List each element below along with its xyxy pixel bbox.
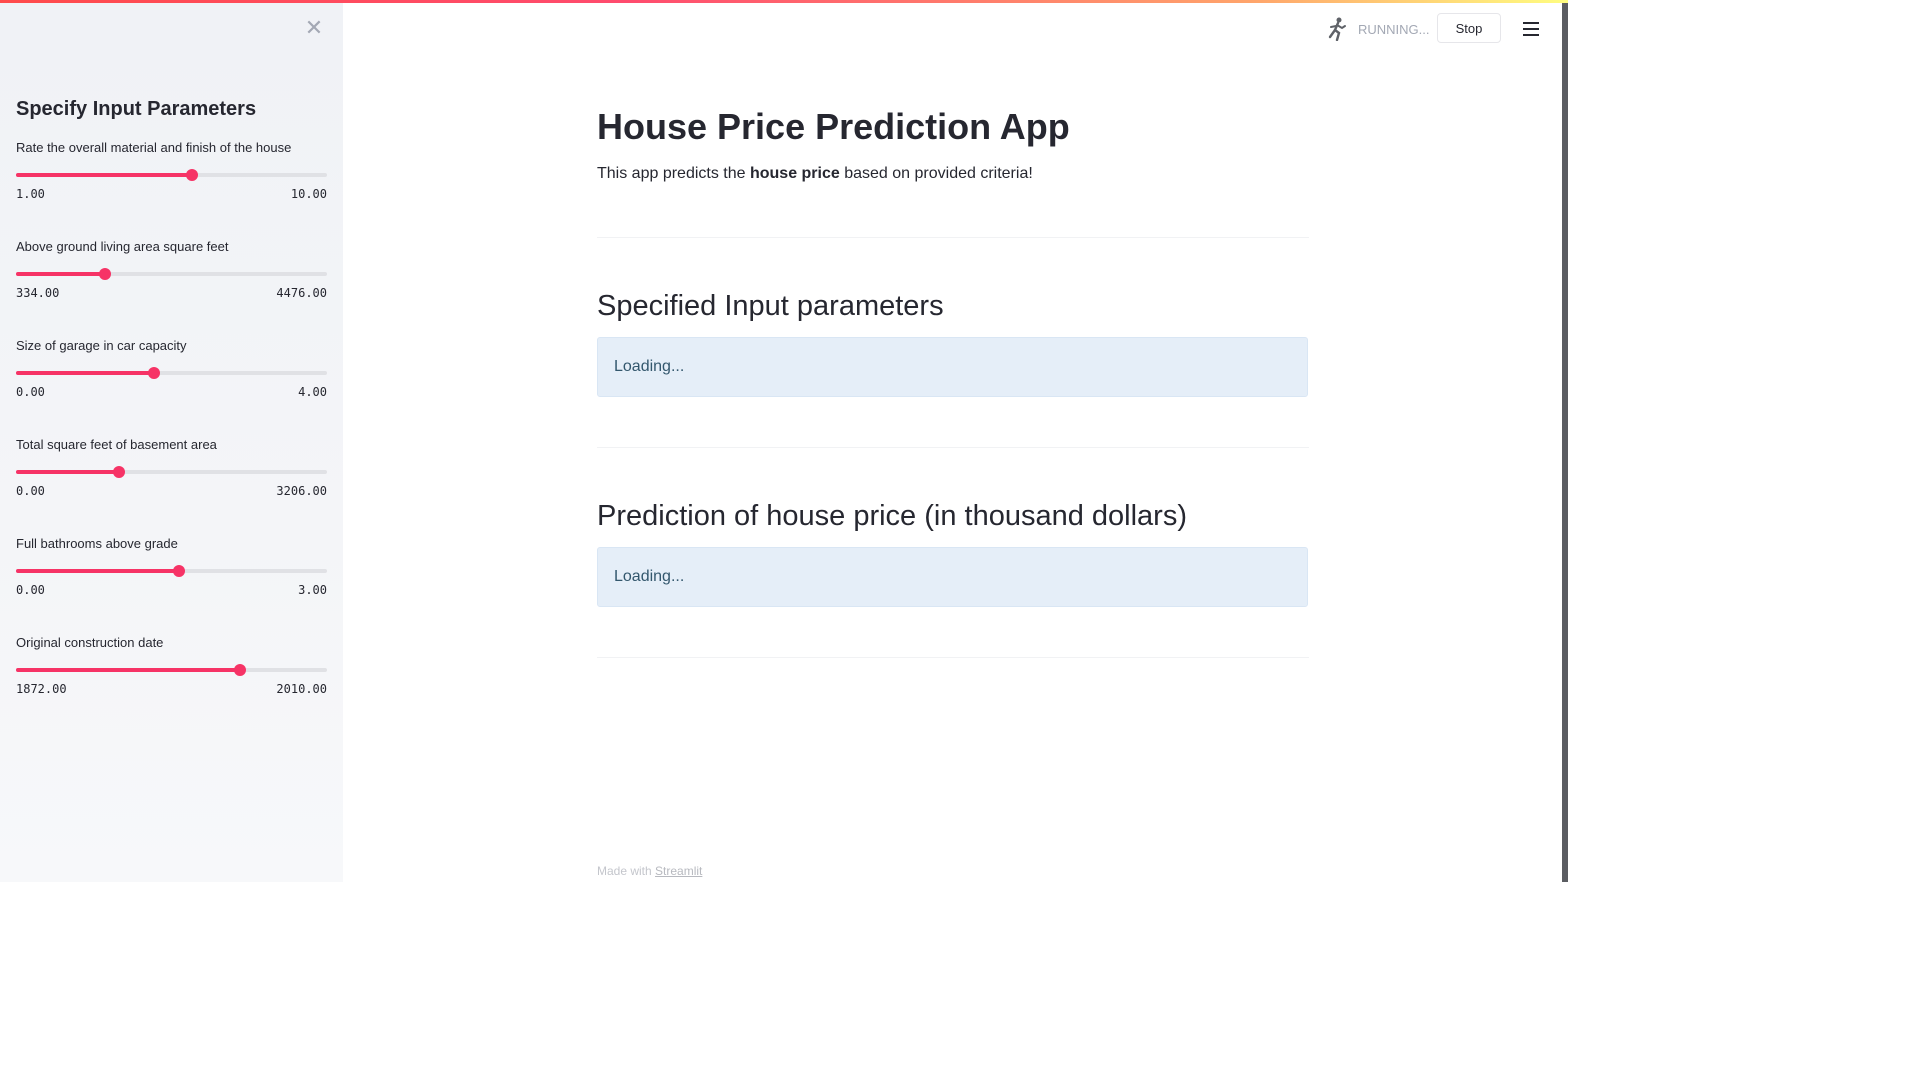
running-man-icon <box>1328 17 1346 41</box>
slider-min: 1.00 <box>16 187 45 201</box>
intro-text-start: This app predicts the <box>597 165 750 182</box>
slider-max: 3206.00 <box>276 484 327 498</box>
footer: Made with Streamlit <box>597 864 702 878</box>
page-title: House Price Prediction App <box>597 106 1070 147</box>
slider-label: Rate the overall material and finish of … <box>16 140 292 155</box>
slider-label: Original construction date <box>16 635 164 650</box>
slider-living-area: Above ground living area square feet 334… <box>16 237 327 300</box>
divider <box>597 447 1309 448</box>
status-text: RUNNING... <box>1358 21 1430 37</box>
slider-fill <box>16 470 119 474</box>
slider-full-bathrooms: Full bathrooms above grade 0.00 3.00 <box>16 534 327 597</box>
slider-label: Full bathrooms above grade <box>16 536 178 551</box>
slider-max: 2010.00 <box>276 682 327 696</box>
slider-garage-cars: Size of garage in car capacity 0.00 4.00 <box>16 336 327 399</box>
slider-overall-quality: Rate the overall material and finish of … <box>16 138 327 201</box>
footer-text: Made with <box>597 864 656 878</box>
input-parameters-info-box: Loading... <box>597 337 1308 397</box>
slider-fill <box>16 668 240 672</box>
slider-fill <box>16 272 105 276</box>
slider-label: Total square feet of basement area <box>16 437 217 452</box>
slider-min: 1872.00 <box>16 682 67 696</box>
slider-max: 4476.00 <box>276 286 327 300</box>
slider-max: 3.00 <box>298 583 327 597</box>
slider-min: 0.00 <box>16 583 45 597</box>
slider-label: Above ground living area square feet <box>16 239 229 254</box>
slider-construction-date: Original construction date 1872.00 2010.… <box>16 633 327 696</box>
slider-track[interactable] <box>16 268 327 280</box>
prediction-info-box: Loading... <box>597 547 1308 607</box>
slider-label: Size of garage in car capacity <box>16 338 187 353</box>
sidebar: ✕ Specify Input Parameters Rate the over… <box>0 0 343 882</box>
slider-min: 0.00 <box>16 484 45 498</box>
intro-bold-text: house price <box>749 165 840 182</box>
section-title-input-parameters: Specified Input parameters <box>597 290 944 322</box>
slider-basement-area: Total square feet of basement area 0.00 … <box>16 435 327 498</box>
slider-thumb[interactable] <box>233 664 246 676</box>
streamlit-link[interactable]: Streamlit <box>655 864 702 878</box>
hamburger-menu-icon[interactable] <box>1519 17 1543 41</box>
divider <box>597 237 1309 238</box>
intro-text: This app predicts the house price based … <box>597 165 1033 183</box>
slider-max: 10.00 <box>290 187 327 201</box>
slider-track[interactable] <box>16 367 327 379</box>
slider-thumb[interactable] <box>147 367 160 379</box>
slider-fill <box>16 173 193 177</box>
sidebar-title: Specify Input Parameters <box>16 98 257 120</box>
stop-button[interactable]: Stop <box>1437 13 1501 43</box>
slider-thumb[interactable] <box>112 466 125 478</box>
slider-track[interactable] <box>16 169 327 181</box>
slider-thumb[interactable] <box>186 169 199 181</box>
slider-thumb[interactable] <box>98 268 111 280</box>
slider-track[interactable] <box>16 664 327 676</box>
slider-fill <box>16 371 154 375</box>
section-title-prediction: Prediction of house price (in thousand d… <box>597 500 1187 532</box>
slider-min: 0.00 <box>16 385 45 399</box>
slider-min: 334.00 <box>16 286 60 300</box>
slider-fill <box>16 569 179 573</box>
scrollbar[interactable] <box>1562 0 1568 882</box>
intro-text-end: based on provided criteria! <box>839 165 1033 182</box>
slider-track[interactable] <box>16 466 327 478</box>
divider <box>597 657 1309 658</box>
running-status: RUNNING... <box>1326 15 1430 43</box>
slider-max: 4.00 <box>298 385 327 399</box>
top-decoration-bar <box>0 0 1568 3</box>
slider-thumb[interactable] <box>172 565 185 577</box>
slider-track[interactable] <box>16 565 327 577</box>
close-icon[interactable]: ✕ <box>303 18 325 40</box>
